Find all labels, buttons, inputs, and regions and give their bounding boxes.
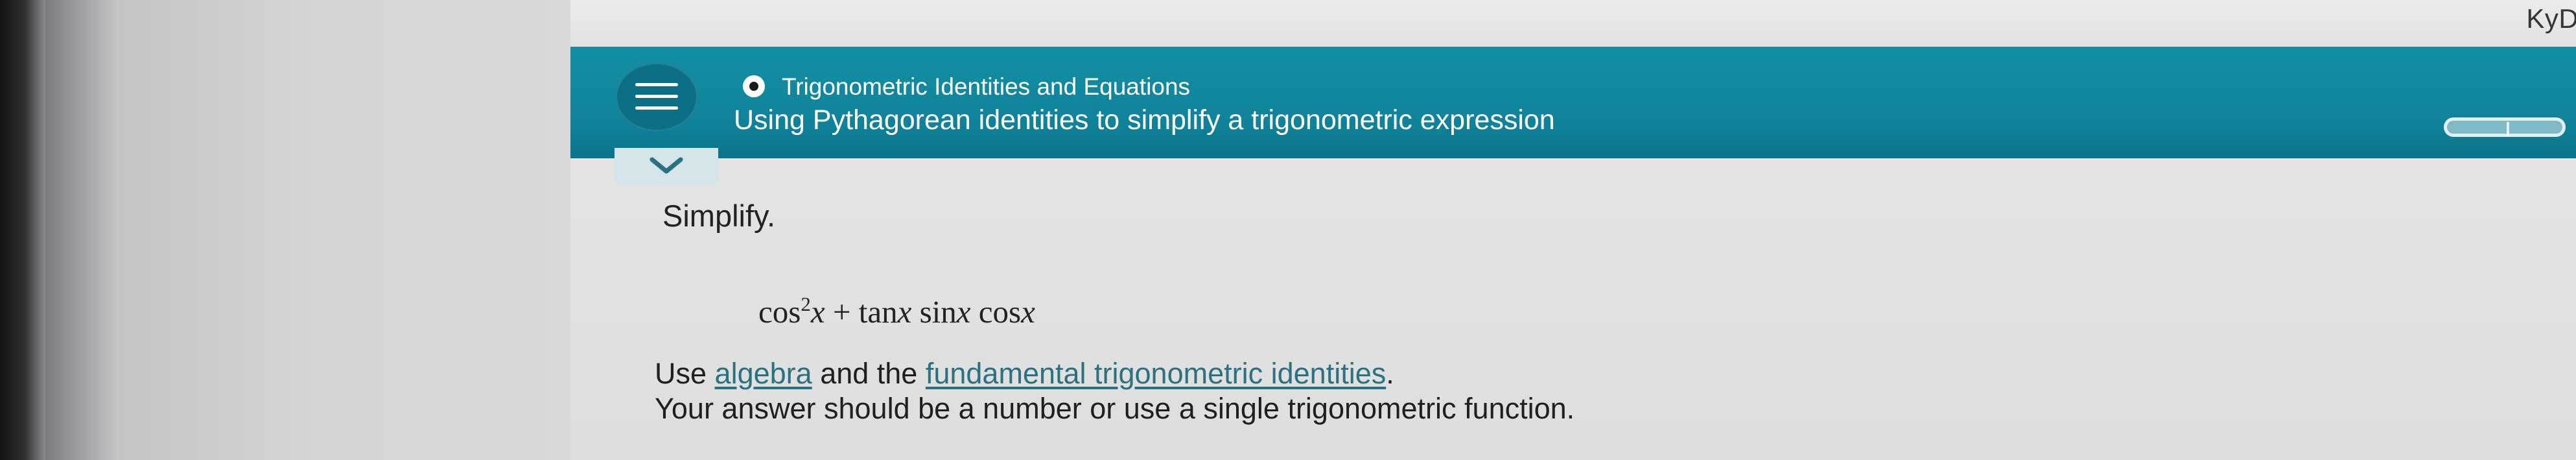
variable-x: x [1021, 294, 1035, 330]
cos-function: cos [978, 294, 1022, 330]
identities-link[interactable]: fundamental trigonometric identities [926, 357, 1386, 390]
lesson-title: Using Pythagorean identities to simplify… [734, 104, 1555, 136]
question-instruction: Simplify. [662, 199, 776, 233]
chevron-down-icon [650, 157, 683, 174]
menu-button[interactable] [616, 63, 697, 131]
guidance-middle: and the [820, 357, 918, 390]
variable-x: x [810, 294, 825, 330]
guidance-period: . [1386, 357, 1394, 390]
lesson-header: Trigonometric Identities and Equations U… [570, 47, 2576, 158]
plus-operator: + [832, 294, 851, 330]
device-bezel [0, 0, 45, 460]
collapse-button[interactable] [615, 148, 718, 184]
question-panel: Simplify. cos2x + tanx sinx cosx Use alg… [570, 158, 2576, 460]
url-fragment: KyD6sW-gISOBKyDkYHfnAJOA3qvJ4wr30BO8db [2526, 3, 2576, 34]
guidance-line-2: Your answer should be a number or use a … [655, 392, 1575, 425]
tan-function: tan [858, 294, 898, 330]
variable-x: x [956, 294, 971, 330]
radio-dot-icon [743, 75, 765, 97]
topic-label: Trigonometric Identities and Equations [782, 73, 1191, 100]
browser-address-strip: KyD6sW-gISOBKyDkYHfnAJOA3qvJ4wr30BO8db [570, 0, 2576, 47]
guidance-prefix: Use [655, 357, 707, 390]
cos-function: cos [758, 294, 801, 330]
header-toggle[interactable] [2444, 117, 2566, 137]
trigonometric-expression: cos2x + tanx sinx cosx [758, 291, 1035, 337]
sin-function: sin [919, 294, 957, 330]
hamburger-menu-icon [635, 83, 678, 110]
algebra-link[interactable]: algebra [715, 357, 812, 390]
power-two: 2 [801, 293, 811, 315]
variable-x: x [897, 294, 912, 330]
guidance-line-1: Use algebra and the fundamental trigonom… [655, 356, 1575, 391]
answer-guidance: Use algebra and the fundamental trigonom… [655, 356, 1575, 426]
screen: KyD6sW-gISOBKyDkYHfnAJOA3qvJ4wr30BO8db T… [0, 0, 2576, 460]
